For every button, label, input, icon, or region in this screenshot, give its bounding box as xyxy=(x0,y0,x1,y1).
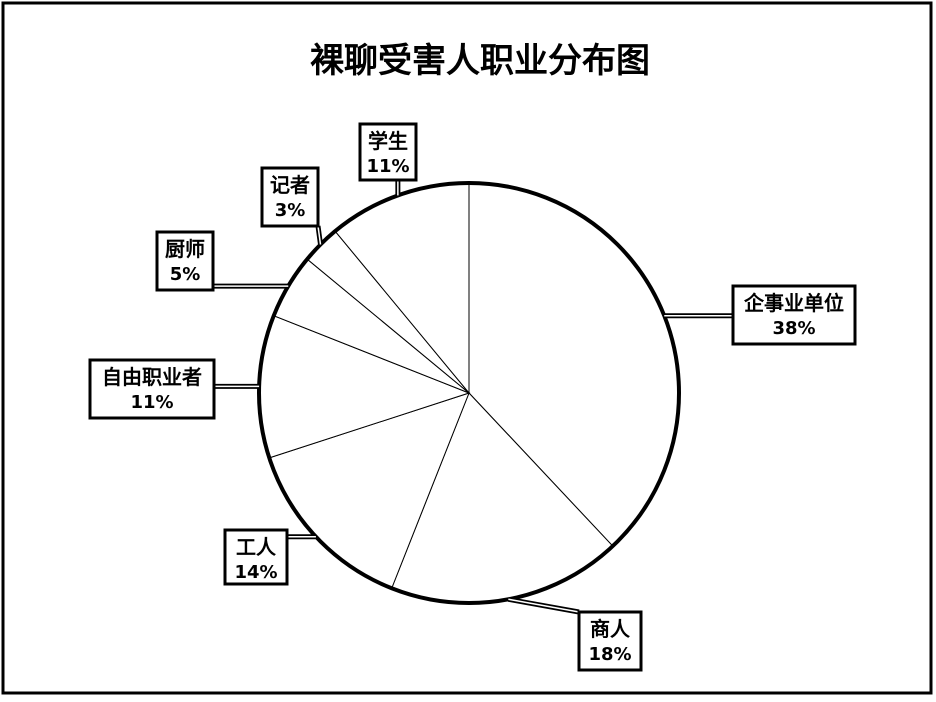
chart-title: 裸聊受害人职业分布图 xyxy=(310,41,650,81)
slice-category-label: 企事业单位 xyxy=(743,291,844,315)
slice-label: 自由职业者 11% xyxy=(88,358,216,420)
slice-label: 记者 3% xyxy=(260,166,320,228)
slice-category-label: 自由职业者 xyxy=(102,365,202,389)
slice-label: 工人 14% xyxy=(223,528,289,586)
slice-category-label: 工人 xyxy=(236,535,277,559)
slice-value-label: 38% xyxy=(772,318,815,339)
chart-frame: 裸聊受害人职业分布图 企事业单位 38% 商人 18% 工人 14% 自由职业者 11% 厨师 5… xyxy=(0,0,936,698)
slice-value-label: 18% xyxy=(588,644,631,665)
slice-label: 企事业单位 38% xyxy=(731,284,857,346)
pie-chart: 裸聊受害人职业分布图 企事业单位 38% 商人 18% 工人 14% 自由职业者 11% 厨师 5… xyxy=(1,1,933,695)
slice-category-label: 商人 xyxy=(590,617,631,641)
slice-value-label: 11% xyxy=(366,156,409,177)
slice-category-label: 学生 xyxy=(368,129,408,153)
slice-value-label: 11% xyxy=(130,392,173,413)
slice-value-label: 14% xyxy=(234,562,277,583)
slice-category-label: 记者 xyxy=(270,173,310,197)
slice-value-label: 3% xyxy=(275,200,306,221)
slice-label: 学生 11% xyxy=(358,122,418,182)
slice-label: 厨师 5% xyxy=(155,230,215,292)
slice-label: 商人 18% xyxy=(577,610,643,672)
slice-value-label: 5% xyxy=(170,264,201,285)
pie-slices xyxy=(257,181,681,605)
slice-category-label: 厨师 xyxy=(165,237,205,261)
